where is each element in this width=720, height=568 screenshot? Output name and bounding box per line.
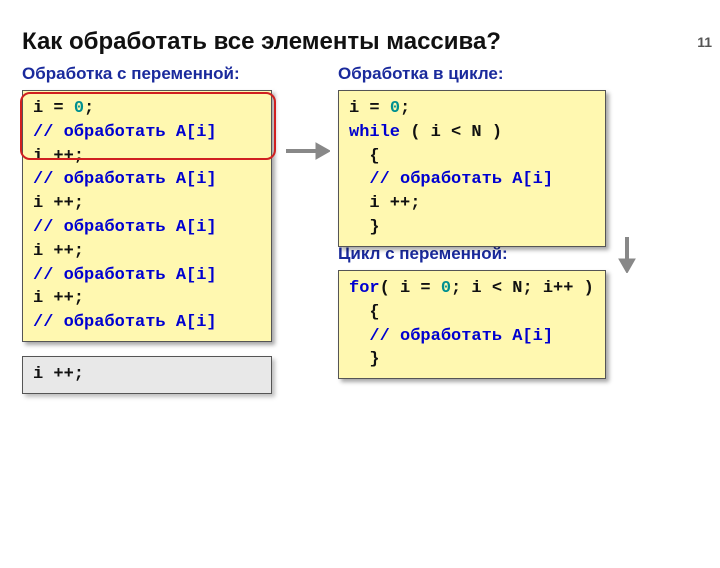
- content-area: Обработка с переменной: Обработка в цикл…: [0, 64, 720, 534]
- arrow-down-icon: [614, 237, 640, 273]
- arrow-right-icon: [284, 138, 330, 164]
- label-loop-processing: Обработка в цикле:: [338, 64, 504, 84]
- code-block-for: for( i = 0; i < N; i++ ) { // обработать…: [338, 270, 606, 379]
- page-title: Как обработать все элементы массива?: [22, 28, 720, 56]
- code-block-while: i = 0; while ( i < N ) { // обработать A…: [338, 90, 606, 247]
- slide-number: 11: [697, 34, 712, 50]
- code-block-unrolled: i = 0; // обработать A[i] i ++; // обраб…: [22, 90, 272, 342]
- code-block-unrolled-extra: i ++;: [22, 356, 272, 394]
- label-variable-processing: Обработка с переменной:: [22, 64, 240, 84]
- label-for-loop: Цикл с переменной:: [338, 244, 508, 264]
